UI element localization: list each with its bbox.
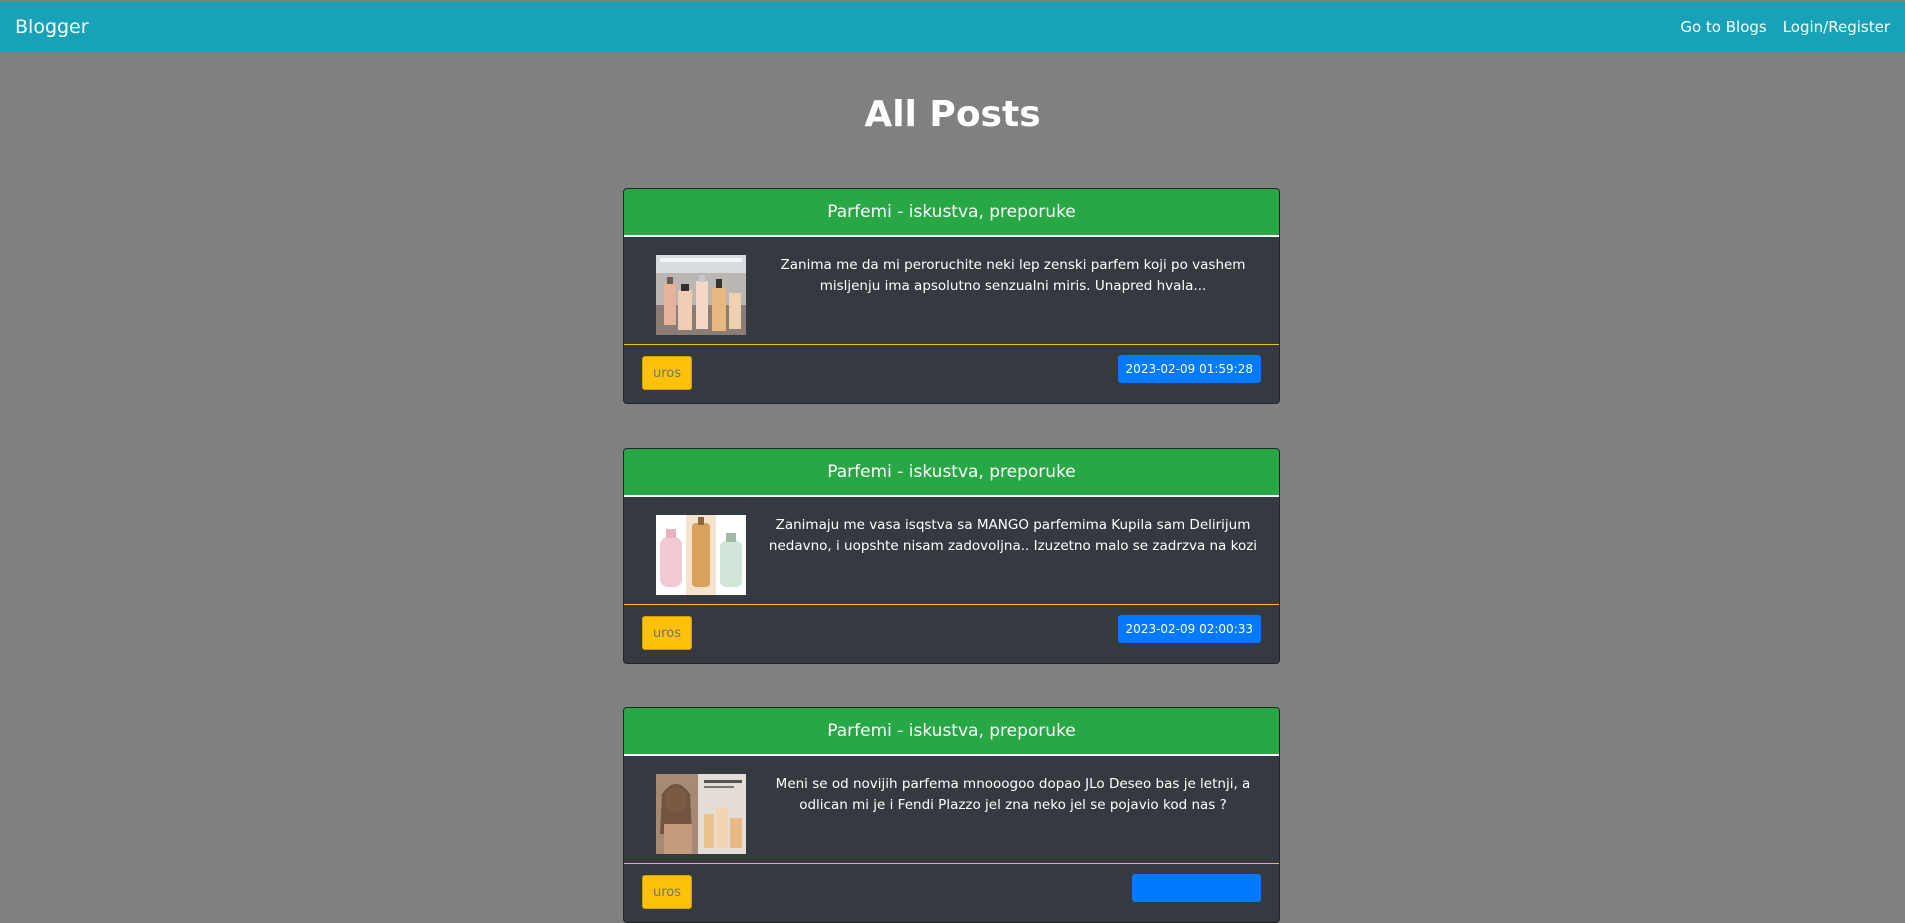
brand-link[interactable]: Blogger <box>15 16 89 38</box>
date-badge: 2023-02-09 01:59:28 <box>1117 355 1261 383</box>
author-button[interactable]: uros <box>642 875 692 909</box>
date-badge <box>1132 874 1261 902</box>
post-image <box>656 255 746 335</box>
post-image <box>656 774 746 854</box>
post-card: Parfemi - iskustva, preporuke Zanimaju m… <box>623 448 1280 664</box>
date-badge: 2023-02-09 02:00:33 <box>1117 615 1261 643</box>
post-card: Parfemi - iskustva, preporuke Meni se od… <box>623 707 1280 923</box>
post-body: Zanima me da mi peroruchite neki lep zen… <box>624 237 1279 345</box>
nav-links: Go to Blogs Login/Register <box>1680 18 1890 36</box>
post-image <box>656 515 746 595</box>
post-body: Zanimaju me vasa isqstva sa MANGO parfem… <box>624 497 1279 605</box>
go-to-blogs-link[interactable]: Go to Blogs <box>1680 18 1766 36</box>
post-footer: uros 2023-02-09 01:59:28 <box>624 345 1279 403</box>
post-card: Parfemi - iskustva, preporuke Zanima me … <box>623 188 1280 404</box>
top-navbar: Blogger Go to Blogs Login/Register <box>0 2 1905 52</box>
post-excerpt: Meni se od novijih parfema mnooogoo dopa… <box>775 776 1251 813</box>
post-excerpt: Zanimaju me vasa isqstva sa MANGO parfem… <box>768 517 1258 554</box>
page-title: All Posts <box>864 94 1041 135</box>
post-title[interactable]: Parfemi - iskustva, preporuke <box>624 449 1279 497</box>
login-register-link[interactable]: Login/Register <box>1783 18 1890 36</box>
author-button[interactable]: uros <box>642 356 692 390</box>
post-footer: uros 2023-02-09 02:00:33 <box>624 605 1279 663</box>
post-footer: uros <box>624 864 1279 922</box>
post-excerpt: Zanima me da mi peroruchite neki lep zen… <box>780 257 1246 294</box>
post-body: Meni se od novijih parfema mnooogoo dopa… <box>624 756 1279 864</box>
post-title[interactable]: Parfemi - iskustva, preporuke <box>624 708 1279 756</box>
author-button[interactable]: uros <box>642 616 692 650</box>
post-title[interactable]: Parfemi - iskustva, preporuke <box>624 189 1279 237</box>
